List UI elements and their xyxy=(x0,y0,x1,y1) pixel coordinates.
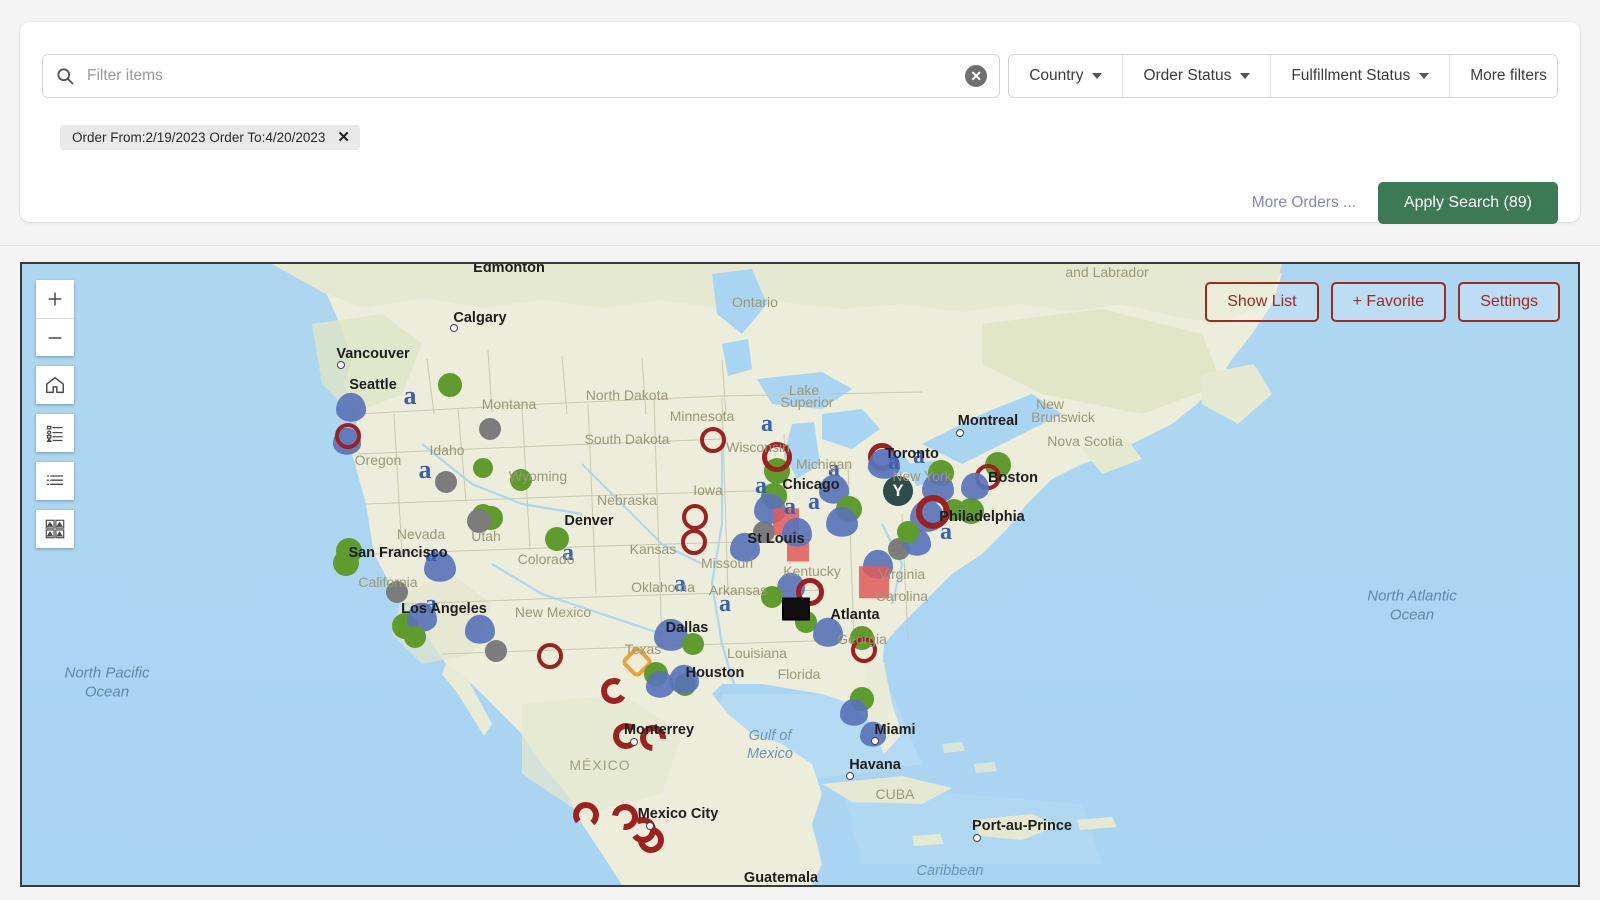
map-marker-letter-a[interactable]: a xyxy=(940,520,952,544)
remove-filter-icon[interactable]: ✕ xyxy=(337,130,350,145)
map-marker-blue-pin[interactable] xyxy=(669,665,699,694)
map-marker-red-square[interactable] xyxy=(859,566,889,598)
map-marker-green[interactable] xyxy=(404,626,426,648)
chevron-down-icon xyxy=(1240,73,1250,79)
zoom-out-icon[interactable] xyxy=(36,318,74,356)
section-divider xyxy=(0,245,1600,246)
map-marker-black-square[interactable] xyxy=(782,598,810,621)
map-marker-blue-pin[interactable] xyxy=(961,473,989,500)
map-marker-green[interactable] xyxy=(958,498,984,524)
filter-chip-date-range[interactable]: Order From:2/19/2023 Order To:4/20/2023 … xyxy=(60,125,360,150)
list-icon[interactable] xyxy=(36,462,74,500)
map-marker-layer[interactable]: aaaaaaaaaaaaYaaa xyxy=(22,264,1578,885)
dropdown-fulfillment-status-label: Fulfillment Status xyxy=(1291,67,1410,85)
more-filters-button[interactable]: More filters xyxy=(1450,55,1558,97)
map-marker-blue-pin[interactable] xyxy=(730,533,760,562)
map-marker-blue-pin[interactable] xyxy=(840,699,868,726)
map-marker-blue-pin[interactable] xyxy=(782,518,812,547)
home-icon[interactable] xyxy=(36,366,74,404)
map-marker-red-swirl[interactable] xyxy=(613,723,640,750)
map-marker-blue-pin[interactable] xyxy=(860,722,886,747)
map-marker-green[interactable] xyxy=(897,521,919,543)
map-marker-red-ring[interactable] xyxy=(681,529,707,555)
basemap-grid-icon[interactable] xyxy=(36,510,74,548)
zoom-in-icon[interactable] xyxy=(36,280,74,318)
map-marker-letter-a[interactable]: a xyxy=(808,490,820,514)
add-favorite-button[interactable]: + Favorite xyxy=(1331,282,1447,322)
map-marker-red-ring[interactable] xyxy=(335,423,361,449)
dropdown-country-label: Country xyxy=(1029,67,1083,85)
map-marker-letter-a[interactable]: a xyxy=(784,495,796,519)
map-marker-letter-a[interactable]: a xyxy=(913,444,925,468)
map-container[interactable]: Show List + Favorite Settings aaaaaaaaaa… xyxy=(20,262,1580,887)
map-marker-green[interactable] xyxy=(473,458,493,478)
more-filters-label: More filters xyxy=(1470,67,1547,85)
map-marker-red-swirl[interactable] xyxy=(598,675,630,707)
map-marker-letter-a[interactable]: a xyxy=(719,592,731,616)
show-list-button[interactable]: Show List xyxy=(1205,282,1318,322)
map-marker-blue-pin[interactable] xyxy=(336,393,366,422)
map-control-toolbar xyxy=(36,280,74,548)
map-marker-red-ring[interactable] xyxy=(762,442,792,472)
map-marker-red-swirl[interactable] xyxy=(635,720,672,757)
map-marker-blue-pin[interactable] xyxy=(813,618,843,647)
map-marker-red-ring[interactable] xyxy=(537,643,563,669)
map-marker-green[interactable] xyxy=(510,469,532,491)
dropdown-country[interactable]: Country xyxy=(1009,55,1123,97)
map-settings-button[interactable]: Settings xyxy=(1458,282,1560,322)
search-icon xyxy=(55,66,75,86)
map-marker-letter-a[interactable]: a xyxy=(888,450,900,474)
map-marker-red-ring[interactable] xyxy=(700,427,726,453)
dropdown-order-status-label: Order Status xyxy=(1143,67,1231,85)
more-orders-link[interactable]: More Orders ... xyxy=(1252,194,1356,212)
map-marker-green[interactable] xyxy=(336,538,362,564)
dropdown-order-status[interactable]: Order Status xyxy=(1123,55,1271,97)
map-marker-blue-pin[interactable] xyxy=(826,507,858,537)
map-marker-gray[interactable] xyxy=(467,509,491,533)
map-marker-gray[interactable] xyxy=(386,581,408,603)
filter-panel: ✕ Country Order Status Fulfillment Statu… xyxy=(20,22,1580,222)
map-marker-green[interactable] xyxy=(438,373,462,397)
map-marker-letter-a[interactable]: a xyxy=(761,412,773,436)
map-marker-letter-a[interactable]: a xyxy=(674,572,686,596)
map-marker-red-ring[interactable] xyxy=(851,637,877,663)
map-action-buttons: Show List + Favorite Settings xyxy=(1205,282,1560,322)
search-box[interactable]: ✕ xyxy=(42,54,1000,98)
zoom-control-group xyxy=(36,280,74,356)
filter-row: ✕ Country Order Status Fulfillment Statu… xyxy=(42,54,1558,98)
map-marker-gray[interactable] xyxy=(485,640,507,662)
map-marker-letter-a[interactable]: a xyxy=(755,474,767,498)
filter-dropdown-group: Country Order Status Fulfillment Status … xyxy=(1008,54,1558,98)
legend-control-group xyxy=(36,414,74,452)
map-marker-gray[interactable] xyxy=(435,471,457,493)
map-marker-red-ring[interactable] xyxy=(682,504,708,530)
map-marker-dark-circle[interactable]: Y xyxy=(883,476,913,506)
map-marker-blue-pin[interactable] xyxy=(465,615,495,644)
chevron-down-icon xyxy=(1419,73,1429,79)
map-marker-letter-a[interactable]: a xyxy=(425,542,437,566)
legend-icon[interactable] xyxy=(36,414,74,452)
map-marker-gray[interactable] xyxy=(479,418,501,440)
filter-actions: More Orders ... Apply Search (89) xyxy=(1252,182,1558,224)
chevron-down-icon xyxy=(1092,73,1102,79)
filter-chip-label: Order From:2/19/2023 Order To:4/20/2023 xyxy=(72,130,325,145)
basemap-control-group xyxy=(36,510,74,548)
clear-search-icon[interactable]: ✕ xyxy=(965,65,987,87)
map-marker-green[interactable] xyxy=(682,633,704,655)
dropdown-fulfillment-status[interactable]: Fulfillment Status xyxy=(1271,55,1450,97)
map-marker-red-swirl[interactable] xyxy=(572,801,601,830)
map-marker-green[interactable] xyxy=(761,586,783,608)
home-control-group xyxy=(36,366,74,404)
map-marker-letter-a[interactable]: a xyxy=(562,541,574,565)
active-filter-chips: Order From:2/19/2023 Order To:4/20/2023 … xyxy=(60,125,360,150)
apply-search-button[interactable]: Apply Search (89) xyxy=(1378,182,1558,224)
map-marker-letter-a[interactable]: a xyxy=(419,457,432,483)
list-control-group xyxy=(36,462,74,500)
search-input[interactable] xyxy=(87,67,965,85)
map-marker-letter-a[interactable]: a xyxy=(404,383,417,409)
